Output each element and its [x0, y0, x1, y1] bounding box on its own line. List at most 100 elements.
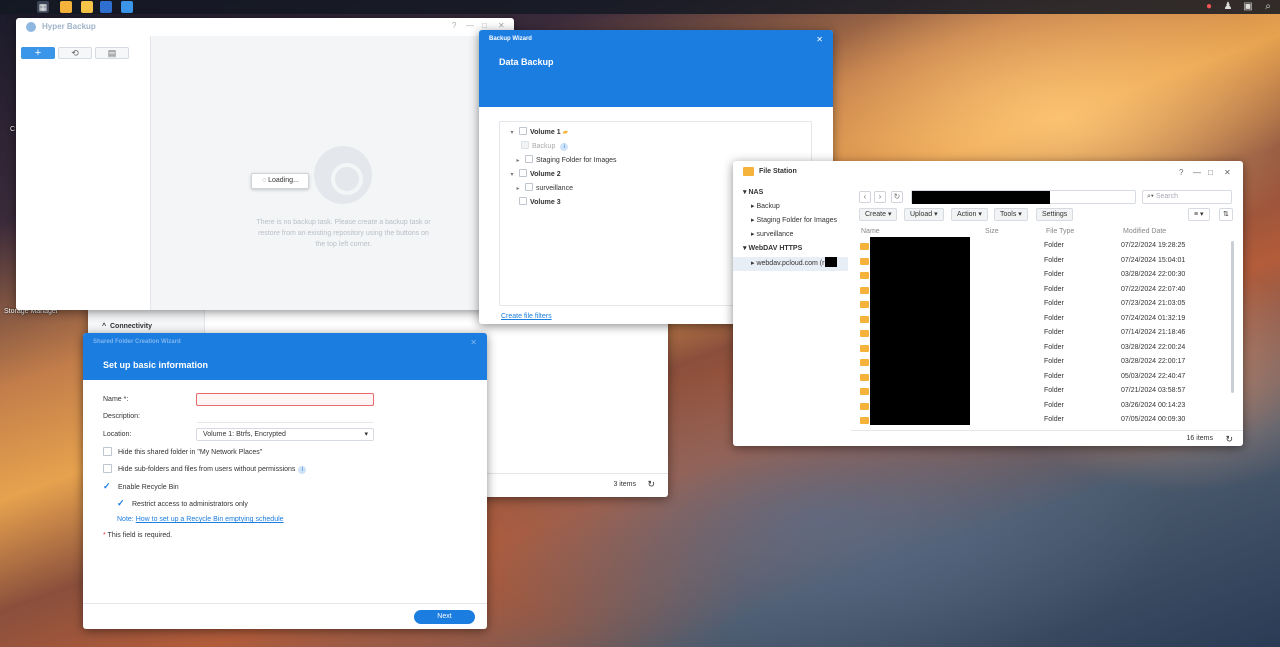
app-icon-folder[interactable]	[60, 1, 72, 13]
chevron-right-icon[interactable]: ▸	[514, 154, 522, 168]
location-select[interactable]: Volume 1: Btrfs, Encrypted ▾	[196, 428, 374, 441]
create-backup-button[interactable]: +	[21, 47, 55, 59]
recycle-bin-schedule-link[interactable]: How to set up a Recycle Bin emptying sch…	[136, 516, 284, 523]
close-icon[interactable]: ✕	[1224, 168, 1231, 177]
refresh-icon[interactable]: ↻	[1225, 431, 1233, 446]
restrict-admins-checkbox[interactable]: ✓ Restrict access to administrators only	[117, 498, 248, 509]
tree-item-volume-2[interactable]: ▾ Volume 2	[508, 168, 561, 182]
search-input[interactable]: ⌕▾ Search	[1142, 190, 1232, 204]
help-icon[interactable]: ?	[452, 21, 456, 30]
tree-item-volume-1[interactable]: ▾ Volume 1 ▰	[508, 126, 568, 140]
checkbox[interactable]	[519, 127, 527, 135]
sidebar-item-webdav[interactable]: ▾ WebDAV HTTPS	[733, 242, 848, 256]
maximize-icon[interactable]: □	[482, 21, 487, 30]
sidebar-item-backup[interactable]: ▸ Backup	[733, 200, 848, 214]
enable-recycle-bin-checkbox[interactable]: ✓ Enable Recycle Bin	[103, 481, 179, 492]
sidebar-item-staging[interactable]: ▸ Staging Folder for Images	[733, 214, 848, 228]
notification-icon[interactable]: ●	[1203, 1, 1215, 13]
file-type: Folder	[1044, 343, 1064, 351]
close-icon[interactable]: ✕	[816, 35, 823, 44]
log-button[interactable]: ▤	[95, 47, 129, 59]
file-type: Folder	[1044, 271, 1064, 278]
hyper-backup-window: Hyper Backup ? — □ ✕ + ⟲ ▤ ◌ Loading... …	[16, 18, 514, 310]
file-station-titlebar[interactable]: File Station	[733, 161, 1243, 183]
search-icon[interactable]: ⌕	[1262, 1, 1274, 13]
item-count: 3 items	[613, 481, 636, 488]
help-icon[interactable]: ?	[1179, 168, 1183, 177]
checkbox[interactable]	[525, 183, 533, 191]
minimize-icon[interactable]: —	[1193, 168, 1201, 177]
folder-icon	[860, 243, 869, 250]
hyper-backup-titlebar[interactable]: Hyper Backup	[16, 18, 514, 36]
file-station-icon[interactable]	[81, 1, 93, 13]
connectivity-section[interactable]: ^ Connectivity	[102, 323, 152, 330]
tree-item-surveillance[interactable]: ▸ surveillance	[514, 182, 573, 196]
path-bar[interactable]	[911, 190, 1136, 204]
refresh-button[interactable]: ↻	[891, 191, 903, 203]
sidebar-item-pcloud[interactable]: ▸ webdav.pcloud.com (r	[733, 257, 848, 271]
restore-button[interactable]: ⟲	[58, 47, 92, 59]
spinner-icon: ◌	[262, 177, 267, 184]
checkbox[interactable]	[519, 169, 527, 177]
app-icon-control[interactable]	[100, 1, 112, 13]
hide-subfolders-checkbox[interactable]: Hide sub-folders and files from users wi…	[103, 464, 307, 474]
backup-wizard-header[interactable]: Backup Wizard Data Backup ✕	[479, 30, 833, 107]
checkbox[interactable]	[519, 197, 527, 205]
chevron-up-icon: ^	[102, 323, 107, 330]
sidebar-item-nas[interactable]: ▾ NAS	[733, 186, 848, 200]
action-button[interactable]: Action ▾	[951, 208, 988, 221]
column-modified-date[interactable]: Modified Date	[1123, 228, 1166, 235]
sort-button[interactable]: ⇅	[1219, 208, 1233, 221]
next-button[interactable]: Next	[414, 610, 475, 624]
chevron-right-icon: ▸	[751, 231, 755, 238]
chevron-down-icon[interactable]: ▾	[508, 168, 516, 182]
chevron-down-icon[interactable]: ▾	[508, 126, 516, 140]
file-type: Folder	[1044, 314, 1064, 322]
view-mode-button[interactable]: ≡ ▾	[1188, 208, 1210, 221]
tools-button[interactable]: Tools ▾	[994, 208, 1028, 221]
shared-folder-wizard-header[interactable]: Shared Folder Creation Wizard Set up bas…	[83, 333, 487, 380]
modified-date: 07/21/2024 03:58:57	[1121, 387, 1186, 394]
close-icon[interactable]: ✕	[470, 338, 477, 347]
column-file-type[interactable]: File Type	[1046, 228, 1074, 235]
user-icon[interactable]: ♟	[1222, 1, 1234, 13]
file-type: Folder	[1044, 358, 1064, 365]
refresh-icon[interactable]: ↻	[647, 479, 655, 490]
modified-date: 07/24/2024 15:04:01	[1121, 256, 1186, 264]
upload-button[interactable]: Upload ▾	[904, 208, 944, 221]
name-field[interactable]	[196, 393, 374, 406]
hide-network-places-checkbox[interactable]: Hide this shared folder in "My Network P…	[103, 447, 262, 456]
forward-button[interactable]: ›	[874, 191, 886, 203]
folder-icon	[860, 344, 869, 352]
taskbar: ▦ ● ♟ ▣ ⌕	[0, 0, 1280, 14]
settings-button[interactable]: Settings	[1036, 208, 1074, 221]
step-title: Data Backup	[499, 57, 554, 67]
checkbox[interactable]	[525, 155, 533, 163]
create-file-filters-link[interactable]: Create file filters	[501, 313, 552, 320]
chevron-right-icon[interactable]: ▸	[514, 182, 522, 196]
tree-item-staging[interactable]: ▸ Staging Folder for Images	[514, 154, 617, 168]
main-menu-icon[interactable]: ▦	[37, 1, 49, 13]
sidebar-item-surveillance[interactable]: ▸ surveillance	[733, 228, 848, 242]
folder-icon: ▰	[562, 129, 568, 136]
widgets-icon[interactable]: ▣	[1242, 1, 1254, 13]
window-title: Shared Folder Creation Wizard	[93, 339, 181, 345]
create-button[interactable]: Create ▾	[859, 208, 898, 221]
modified-date: 03/28/2024 22:00:30	[1121, 271, 1186, 278]
search-icon: ⌕▾	[1147, 193, 1154, 200]
column-name[interactable]: Name	[861, 228, 880, 235]
tree-item-volume-3[interactable]: Volume 3	[516, 196, 561, 210]
info-icon[interactable]: i	[560, 143, 569, 151]
description-field[interactable]	[196, 410, 374, 423]
info-icon[interactable]: i	[298, 466, 307, 474]
step-title: Set up basic information	[103, 360, 209, 370]
file-type: Folder	[1044, 256, 1064, 264]
minimize-icon[interactable]: —	[466, 21, 474, 30]
column-size[interactable]: Size	[985, 228, 999, 235]
back-button[interactable]: ‹	[859, 191, 871, 203]
maximize-icon[interactable]: □	[1208, 168, 1213, 177]
hyper-backup-icon[interactable]	[121, 1, 133, 13]
close-icon[interactable]: ✕	[498, 21, 505, 30]
backup-task-list	[16, 36, 151, 310]
scrollbar[interactable]	[1231, 241, 1234, 393]
